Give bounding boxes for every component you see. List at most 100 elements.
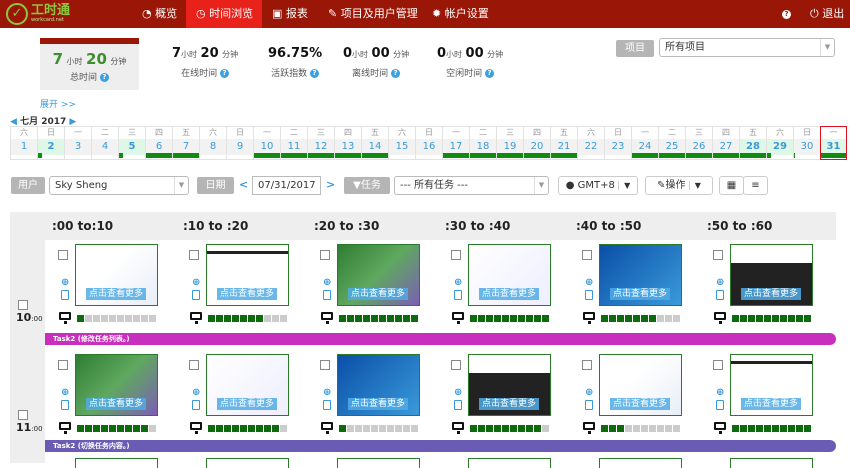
document-icon[interactable] [716, 400, 724, 410]
screenshot-thumbnail[interactable]: 点击查看更多 [599, 354, 682, 416]
view-more-caption[interactable]: 点击查看更多 [479, 398, 540, 410]
help-icon[interactable]: ? [485, 69, 495, 78]
calendar-day[interactable]: 六1 [10, 126, 37, 160]
document-icon[interactable] [323, 290, 331, 300]
document-icon[interactable] [192, 290, 200, 300]
nav-project-user-management[interactable]: ✎ 项目及用户管理 [318, 0, 428, 28]
view-more-caption[interactable]: 点击查看更多 [741, 288, 802, 300]
screenshot-thumbnail[interactable] [75, 458, 158, 468]
calendar-day[interactable]: 六 15 [388, 126, 415, 160]
operations-button[interactable]: ✎操作 ▼ [645, 176, 713, 195]
chevron-down-icon[interactable]: ▼ [618, 181, 631, 190]
view-more-caption[interactable]: 点击查看更多 [610, 398, 671, 410]
calendar-day[interactable]: 四6 [145, 126, 172, 160]
view-more-caption[interactable]: 点击查看更多 [610, 288, 671, 300]
document-icon[interactable] [716, 290, 724, 300]
screenshot-thumbnail[interactable] [206, 458, 289, 468]
document-icon[interactable] [192, 400, 200, 410]
screenshot-thumbnail[interactable]: 点击查看更多 [730, 354, 813, 416]
calendar-day[interactable]: 一 24 [631, 126, 658, 160]
calendar-day[interactable]: 一 31 [820, 126, 847, 160]
screenshot-thumbnail[interactable]: 点击查看更多 [337, 244, 420, 306]
zoom-in-icon[interactable]: ⊕ [585, 277, 593, 288]
row-checkbox[interactable] [18, 410, 28, 420]
screenshot-thumbnail[interactable] [468, 458, 551, 468]
view-more-caption[interactable]: 点击查看更多 [86, 288, 147, 300]
document-icon[interactable] [454, 400, 462, 410]
nav-account-settings[interactable]: ✹ 帐户设置 [422, 0, 499, 28]
date-input[interactable]: 07/31/2017 [252, 176, 321, 195]
help-icon[interactable]: ? [310, 69, 320, 78]
zoom-in-icon[interactable]: ⊕ [454, 387, 462, 398]
document-icon[interactable] [323, 400, 331, 410]
view-more-caption[interactable]: 点击查看更多 [86, 398, 147, 410]
logout-button[interactable]: ⏻ 退出 [800, 0, 850, 28]
screenshot-checkbox[interactable] [451, 360, 461, 370]
calendar-day[interactable]: 三5 [118, 126, 145, 160]
screenshot-thumbnail[interactable]: 点击查看更多 [468, 244, 551, 306]
calendar-day[interactable]: 五 28 [739, 126, 766, 160]
nav-time-browse[interactable]: ◷ 时间浏览 [186, 0, 262, 28]
nav-reports[interactable]: ▣ 报表 [262, 0, 318, 28]
calendar-day[interactable]: 二 18 [469, 126, 496, 160]
screenshot-thumbnail[interactable]: 点击查看更多 [75, 354, 158, 416]
help-icon[interactable]: ? [391, 69, 401, 78]
calendar-day[interactable]: 二 11 [280, 126, 307, 160]
zoom-in-icon[interactable]: ⊕ [454, 277, 462, 288]
calendar-day[interactable]: 六 29 [766, 126, 793, 160]
nav-overview[interactable]: ◔ 概览 [132, 0, 187, 28]
screenshot-checkbox[interactable] [451, 250, 461, 260]
calendar-day[interactable]: 日 16 [415, 126, 442, 160]
view-more-caption[interactable]: 点击查看更多 [479, 288, 540, 300]
view-more-caption[interactable]: 点击查看更多 [741, 398, 802, 410]
task-select[interactable]: --- 所有任务 --- ▼ [394, 176, 549, 195]
logo[interactable]: ✓ 工时通 workcard.net [6, 3, 70, 25]
view-more-caption[interactable]: 点击查看更多 [217, 288, 278, 300]
screenshot-thumbnail[interactable]: 点击查看更多 [599, 244, 682, 306]
screenshot-checkbox[interactable] [582, 360, 592, 370]
zoom-in-icon[interactable]: ⊕ [323, 387, 331, 398]
view-more-caption[interactable]: 点击查看更多 [348, 288, 409, 300]
document-icon[interactable] [61, 400, 69, 410]
list-view-button[interactable]: ≡ [743, 176, 768, 195]
screenshot-checkbox[interactable] [189, 360, 199, 370]
zoom-in-icon[interactable]: ⊕ [716, 387, 724, 398]
next-date-button[interactable]: > [326, 178, 335, 191]
zoom-in-icon[interactable]: ⊕ [716, 277, 724, 288]
screenshot-checkbox[interactable] [713, 360, 723, 370]
document-icon[interactable] [585, 290, 593, 300]
calendar-day[interactable]: 一 10 [253, 126, 280, 160]
screenshot-checkbox[interactable] [320, 250, 330, 260]
screenshot-thumbnail[interactable]: 点击查看更多 [337, 354, 420, 416]
timezone-button[interactable]: ● GMT+8 ▼ [558, 176, 638, 195]
calendar-day[interactable]: 四 13 [334, 126, 361, 160]
calendar-day[interactable]: 四 27 [712, 126, 739, 160]
prev-date-button[interactable]: < [239, 178, 248, 191]
calendar-day[interactable]: 日9 [226, 126, 253, 160]
calendar-day[interactable]: 三 19 [496, 126, 523, 160]
zoom-in-icon[interactable]: ⊕ [61, 387, 69, 398]
screenshot-checkbox[interactable] [582, 250, 592, 260]
row-checkbox[interactable] [18, 300, 28, 310]
screenshot-thumbnail[interactable]: 点击查看更多 [468, 354, 551, 416]
screenshot-checkbox[interactable] [320, 360, 330, 370]
user-select[interactable]: Sky Sheng ▼ [49, 176, 189, 195]
task-bar[interactable]: Task2 (修改任务列表。) [45, 333, 836, 345]
grid-view-button[interactable]: ▦ [719, 176, 744, 195]
screenshot-checkbox[interactable] [58, 250, 68, 260]
screenshot-thumbnail[interactable] [730, 458, 813, 468]
calendar-day[interactable]: 一3 [64, 126, 91, 160]
screenshot-checkbox[interactable] [713, 250, 723, 260]
help-icon[interactable]: ? [220, 69, 230, 78]
calendar-day[interactable]: 三 12 [307, 126, 334, 160]
document-icon[interactable] [585, 400, 593, 410]
screenshot-thumbnail[interactable] [337, 458, 420, 468]
view-more-caption[interactable]: 点击查看更多 [217, 398, 278, 410]
zoom-in-icon[interactable]: ⊕ [323, 277, 331, 288]
document-icon[interactable] [61, 290, 69, 300]
screenshot-thumbnail[interactable]: 点击查看更多 [75, 244, 158, 306]
view-more-caption[interactable]: 点击查看更多 [348, 398, 409, 410]
calendar-day[interactable]: 二4 [91, 126, 118, 160]
calendar-day[interactable]: 日2 [37, 126, 64, 160]
help-button[interactable]: ? [772, 0, 801, 28]
